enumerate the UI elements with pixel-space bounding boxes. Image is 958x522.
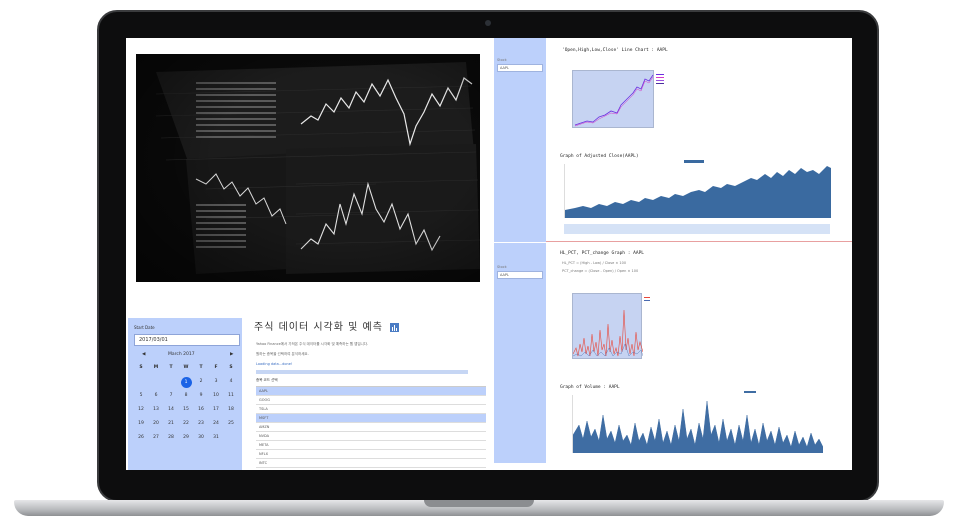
ohlc-legend xyxy=(656,72,664,86)
calendar-day[interactable]: 11 xyxy=(224,390,238,402)
calendar-day[interactable]: 16 xyxy=(194,404,208,416)
trading-screens-photo xyxy=(136,54,480,282)
calendar-month-label[interactable]: March 2017 xyxy=(168,352,195,357)
ticker-option[interactable]: META xyxy=(256,441,486,450)
sub-description: 원하는 종목을 선택하여 분석하세요. xyxy=(256,352,309,356)
adj-close-title: Graph of Adjusted Close(AAPL) xyxy=(560,154,639,159)
calendar-day[interactable]: 23 xyxy=(194,418,208,430)
volume-legend-swatch xyxy=(744,391,756,393)
calendar-day[interactable]: 2 xyxy=(194,376,208,388)
prev-month-arrow-icon[interactable]: ◀ xyxy=(142,352,145,357)
ticker-option[interactable]: GOOG xyxy=(256,396,486,405)
pct-bullet-2: PCT_change = (Close - Open) / Open × 100 xyxy=(562,269,639,273)
calendar-day[interactable]: 17 xyxy=(209,404,223,416)
page-title: 주식 데이터 시각화 및 예측 xyxy=(254,318,400,333)
ticker-option[interactable]: TSLA xyxy=(256,405,486,414)
ticker-option[interactable]: MSFT xyxy=(256,414,486,423)
ticker-list: AAPL GOOG TSLA MSFT AMZN NVDA META NFLX INTC xyxy=(256,386,486,470)
list-label: 종목 코드 선택 xyxy=(256,378,278,382)
calendar-day[interactable]: 31 xyxy=(209,432,223,444)
calendar-dow: T xyxy=(199,365,203,370)
calendar-dow: T xyxy=(169,365,173,370)
calendar-day[interactable]: 1 xyxy=(180,376,192,388)
calendar-header: ◀ March 2017 ▶ xyxy=(134,352,240,360)
chart-icon xyxy=(390,322,400,332)
calendar-dow: S xyxy=(229,365,233,370)
chart-pane-top-sidebar: Stock AAPL xyxy=(494,38,546,242)
stock-input-2[interactable]: AAPL xyxy=(497,271,543,279)
start-date-label: Start Date xyxy=(134,325,155,330)
start-date-input[interactable]: 2017/03/01 xyxy=(134,334,240,346)
pct-title: HL_PCT, PCT_change Graph : AAPL xyxy=(560,251,644,256)
calendar-grid: S M T W T F S 1 2 3 4 5 6 7 8 9 10 11 12 13 14 15 16 17 18 19 20 21… xyxy=(134,362,240,452)
calendar-day[interactable]: 28 xyxy=(164,432,178,444)
calendar-day[interactable]: 14 xyxy=(164,404,178,416)
calendar-day[interactable]: 12 xyxy=(134,404,148,416)
date-sidebar: Start Date 2017/03/01 ◀ March 2017 ▶ S M T… xyxy=(128,318,242,470)
calendar-day[interactable]: 24 xyxy=(209,418,223,430)
calendar-dow: F xyxy=(214,365,218,370)
calendar-day[interactable]: 15 xyxy=(179,404,193,416)
calendar-dow: M xyxy=(153,365,159,370)
calendar-day[interactable]: 27 xyxy=(149,432,163,444)
range-slider[interactable] xyxy=(564,224,830,234)
ticker-option[interactable]: INTC xyxy=(256,459,486,468)
calendar-day[interactable]: 7 xyxy=(164,390,178,402)
calendar-day[interactable]: 3 xyxy=(209,376,223,388)
main-content: 주식 데이터 시각화 및 예측 Yahoo Finance에서 가져온 주식 데… xyxy=(246,314,492,470)
page-title-text: 주식 데이터 시각화 및 예측 xyxy=(254,322,383,333)
chart-pane-bottom-sidebar: Stock AAPL xyxy=(494,243,546,463)
laptop-screen: Start Date 2017/03/01 ◀ March 2017 ▶ S M T… xyxy=(126,38,852,470)
camera-icon xyxy=(485,20,491,26)
adj-close-plot xyxy=(564,164,831,218)
calendar-dow: S xyxy=(139,365,143,370)
chart-pane-bottom: Stock AAPL HL_PCT, PCT_change Graph : AA… xyxy=(494,243,852,470)
calendar-day[interactable]: 10 xyxy=(209,390,223,402)
ticker-option[interactable]: AAPL xyxy=(256,387,486,396)
calendar-day[interactable]: 19 xyxy=(134,418,148,430)
laptop-notch xyxy=(424,500,534,507)
calendar-day[interactable]: 29 xyxy=(179,432,193,444)
calendar-day[interactable]: 20 xyxy=(149,418,163,430)
pct-plot xyxy=(572,293,643,359)
stock-input[interactable]: AAPL xyxy=(497,64,543,72)
calendar-day[interactable]: 8 xyxy=(179,390,193,402)
next-month-arrow-icon[interactable]: ▶ xyxy=(230,352,233,357)
ticker-option[interactable]: AMZN xyxy=(256,423,486,432)
volume-plot xyxy=(572,395,823,453)
ohlc-title: 'Open,High,Low,Close' Line Chart : AAPL xyxy=(562,48,668,53)
calendar-day[interactable]: 22 xyxy=(179,418,193,430)
ticker-option[interactable]: NVDA xyxy=(256,432,486,441)
calendar-day[interactable]: 9 xyxy=(194,390,208,402)
adj-close-legend-swatch xyxy=(684,160,704,163)
progress-bar xyxy=(256,370,468,374)
calendar-day[interactable]: 30 xyxy=(194,432,208,444)
calendar-day[interactable]: 18 xyxy=(224,404,238,416)
ticker-option[interactable]: NFLX xyxy=(256,450,486,459)
calendar-day[interactable]: 5 xyxy=(134,390,148,402)
calendar-day[interactable]: 26 xyxy=(134,432,148,444)
stock-label-2: Stock xyxy=(497,265,507,269)
calendar-day[interactable]: 21 xyxy=(164,418,178,430)
pct-legend xyxy=(644,295,650,303)
chart-pane-top: Stock AAPL 'Open,High,Low,Close' Line Ch… xyxy=(494,38,852,242)
volume-title: Graph of Volume : AAPL xyxy=(560,385,620,390)
loading-status: Loading data...done! xyxy=(256,362,293,366)
ohlc-plot xyxy=(572,70,654,128)
pct-bullet-1: HL_PCT = (High - Low) / Close × 100 xyxy=(562,261,627,265)
description: Yahoo Finance에서 가져온 주식 데이터를 시각화 및 예측하는 웹… xyxy=(256,342,369,346)
calendar-day[interactable]: 6 xyxy=(149,390,163,402)
calendar-day[interactable]: 4 xyxy=(224,376,238,388)
stock-label: Stock xyxy=(497,58,507,62)
calendar-day[interactable]: 13 xyxy=(149,404,163,416)
calendar-day[interactable]: 25 xyxy=(224,418,238,430)
calendar-dow: W xyxy=(183,365,189,370)
